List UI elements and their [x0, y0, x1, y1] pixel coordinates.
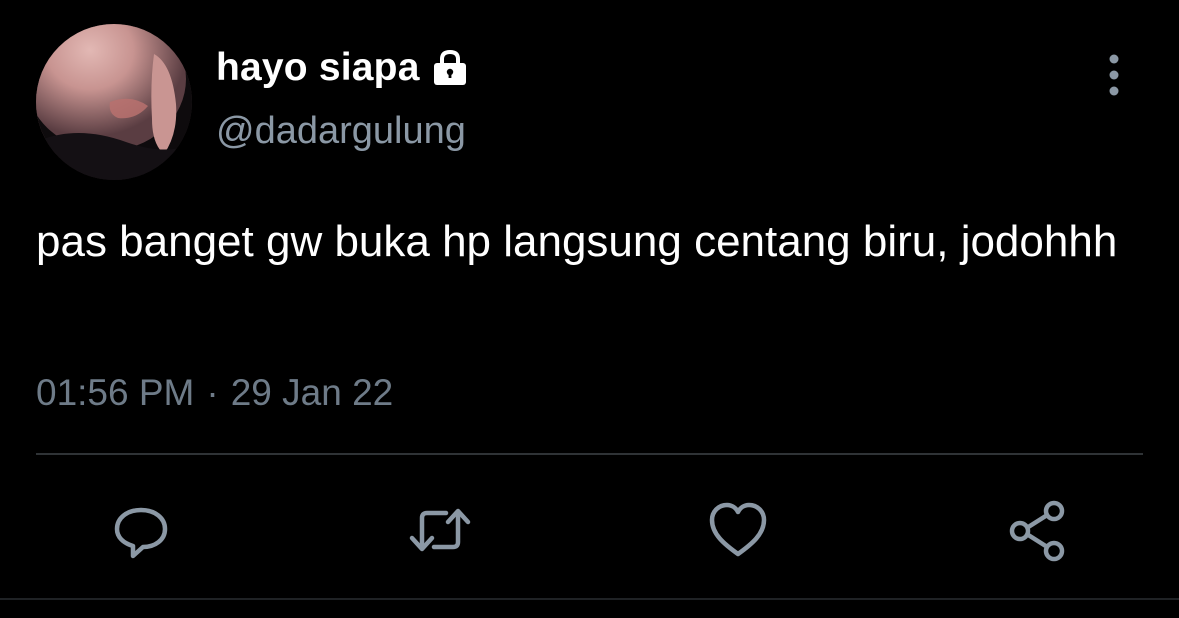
- bottom-divider: [0, 598, 1179, 600]
- retweet-button[interactable]: [400, 490, 480, 570]
- share-button[interactable]: [998, 490, 1078, 570]
- tweet-time: 01:56 PM: [36, 372, 195, 413]
- heart-icon: [709, 502, 767, 557]
- avatar-image: [36, 24, 192, 180]
- speech-bubble-icon: [114, 507, 168, 559]
- tweet-timestamp[interactable]: 01:56 PM · 29 Jan 22: [36, 372, 393, 414]
- share-nodes-icon: [1009, 500, 1065, 562]
- author-name-row[interactable]: hayo siapa: [216, 44, 470, 92]
- tweet-action-bar: [0, 490, 1179, 570]
- retweet-arrows-icon: [409, 508, 471, 552]
- divider: [36, 453, 1143, 455]
- lock-icon: [430, 48, 470, 88]
- avatar[interactable]: [36, 24, 192, 180]
- tweet-text: pas banget gw buka hp langsung centang b…: [36, 217, 1118, 266]
- timestamp-separator: ·: [206, 372, 219, 413]
- reply-button[interactable]: [101, 490, 181, 570]
- display-name[interactable]: hayo siapa: [216, 46, 420, 90]
- more-options-button[interactable]: [1094, 50, 1134, 100]
- like-button[interactable]: [698, 490, 778, 570]
- vertical-ellipsis-icon: [1109, 54, 1119, 96]
- tweet-date: 29 Jan 22: [230, 372, 394, 413]
- username-handle[interactable]: @dadargulung: [216, 110, 466, 153]
- tweet-card: hayo siapa @dadargulung pas banget gw bu…: [0, 0, 1179, 618]
